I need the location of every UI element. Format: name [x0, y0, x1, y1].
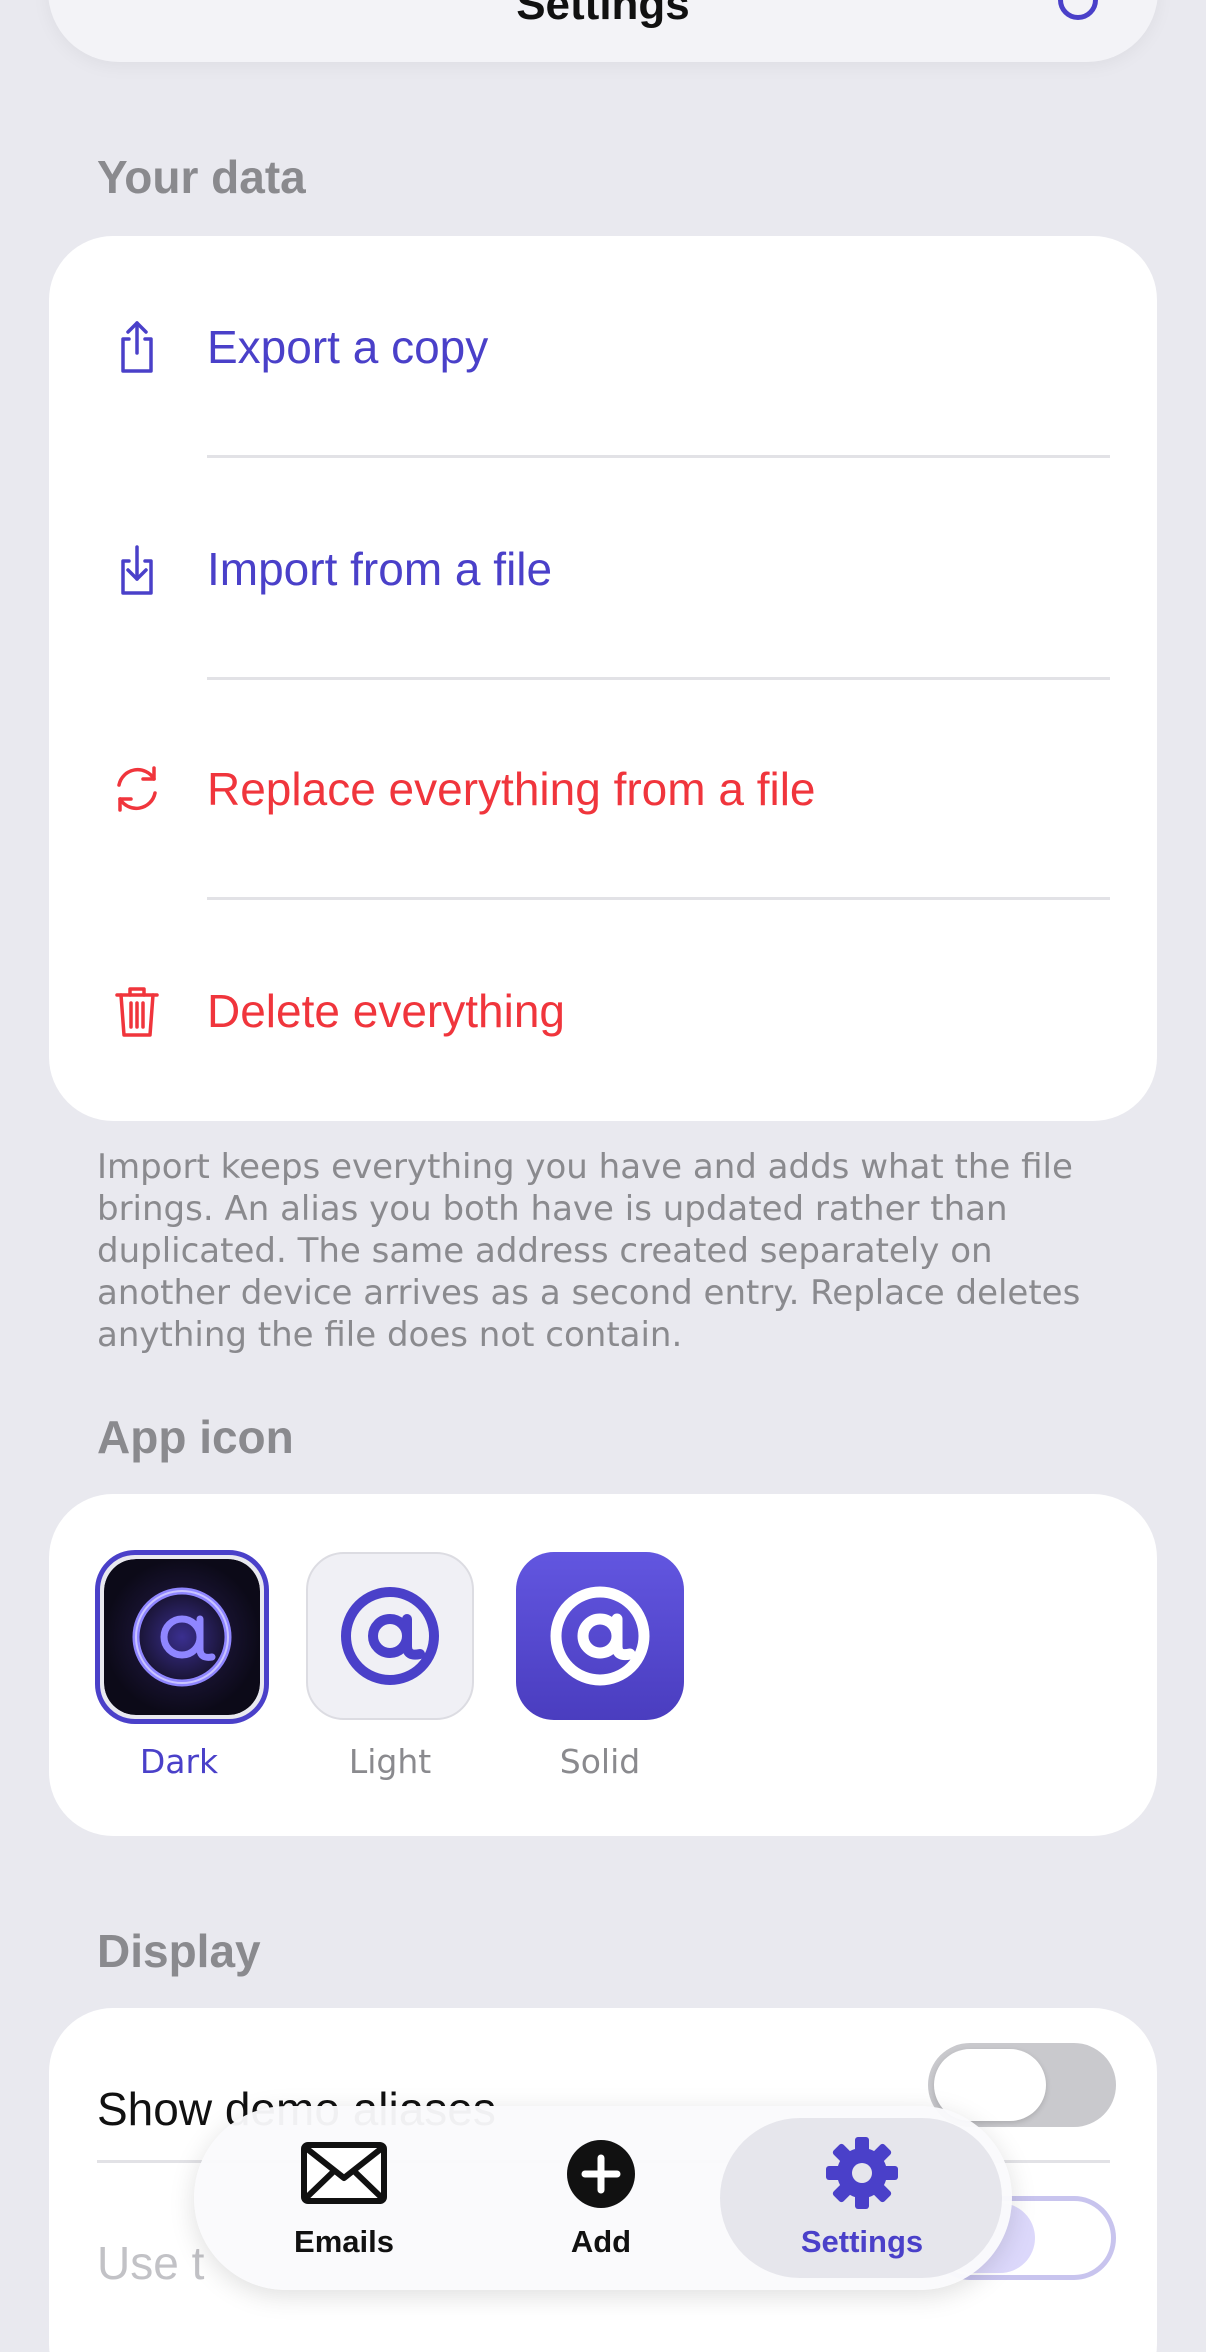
envelope-icon	[301, 2142, 387, 2204]
app-icon-solid-label: Solid	[559, 1742, 641, 1781]
replace-everything-row[interactable]: Replace everything from a file	[49, 678, 1157, 900]
app-icon-solid-option[interactable]	[516, 1552, 684, 1720]
import-file-row[interactable]: Import from a file	[49, 458, 1157, 680]
tab-settings-label: Settings	[800, 2224, 924, 2259]
section-header-your-data: Your data	[97, 151, 306, 203]
nav-bar: Settings	[48, 0, 1158, 62]
app-icon-dark-label: Dark	[139, 1742, 219, 1781]
app-icon-light-option[interactable]	[306, 1552, 474, 1720]
sync-icon	[117, 766, 157, 812]
import-footnote: Import keeps everything you have and add…	[97, 1147, 1081, 1355]
at-sign-icon	[550, 1586, 650, 1686]
at-sign-icon	[104, 1559, 260, 1715]
at-sign-icon	[341, 1587, 439, 1685]
your-data-card: Export a copy Import from a file Replace…	[49, 236, 1157, 1121]
export-copy-label: Export a copy	[207, 321, 489, 373]
replace-everything-label: Replace everything from a file	[207, 763, 816, 815]
use-setting-label: Use t	[97, 2237, 205, 2289]
tab-emails-label: Emails	[294, 2224, 394, 2259]
trash-icon	[115, 987, 159, 1037]
share-icon	[121, 321, 153, 373]
tab-emails[interactable]: Emails	[234, 2106, 454, 2290]
tab-bar: Emails Add Settings	[194, 2106, 1012, 2290]
delete-everything-label: Delete everything	[207, 985, 565, 1037]
app-icon-light-label: Light	[348, 1742, 432, 1781]
page-title: Settings	[516, 0, 690, 29]
section-header-display: Display	[97, 1925, 261, 1977]
plus-circle-icon	[567, 2140, 635, 2208]
tab-add[interactable]: Add	[491, 2106, 711, 2290]
export-copy-row[interactable]: Export a copy	[49, 236, 1157, 458]
import-file-label: Import from a file	[207, 543, 553, 595]
tab-add-label: Add	[570, 2224, 632, 2259]
section-header-app-icon: App icon	[97, 1411, 294, 1463]
delete-everything-row[interactable]: Delete everything	[49, 900, 1157, 1122]
import-icon	[121, 545, 153, 595]
tab-settings[interactable]: Settings	[752, 2106, 972, 2290]
app-icon-dark-option[interactable]	[95, 1550, 269, 1724]
gear-icon	[826, 2137, 898, 2209]
